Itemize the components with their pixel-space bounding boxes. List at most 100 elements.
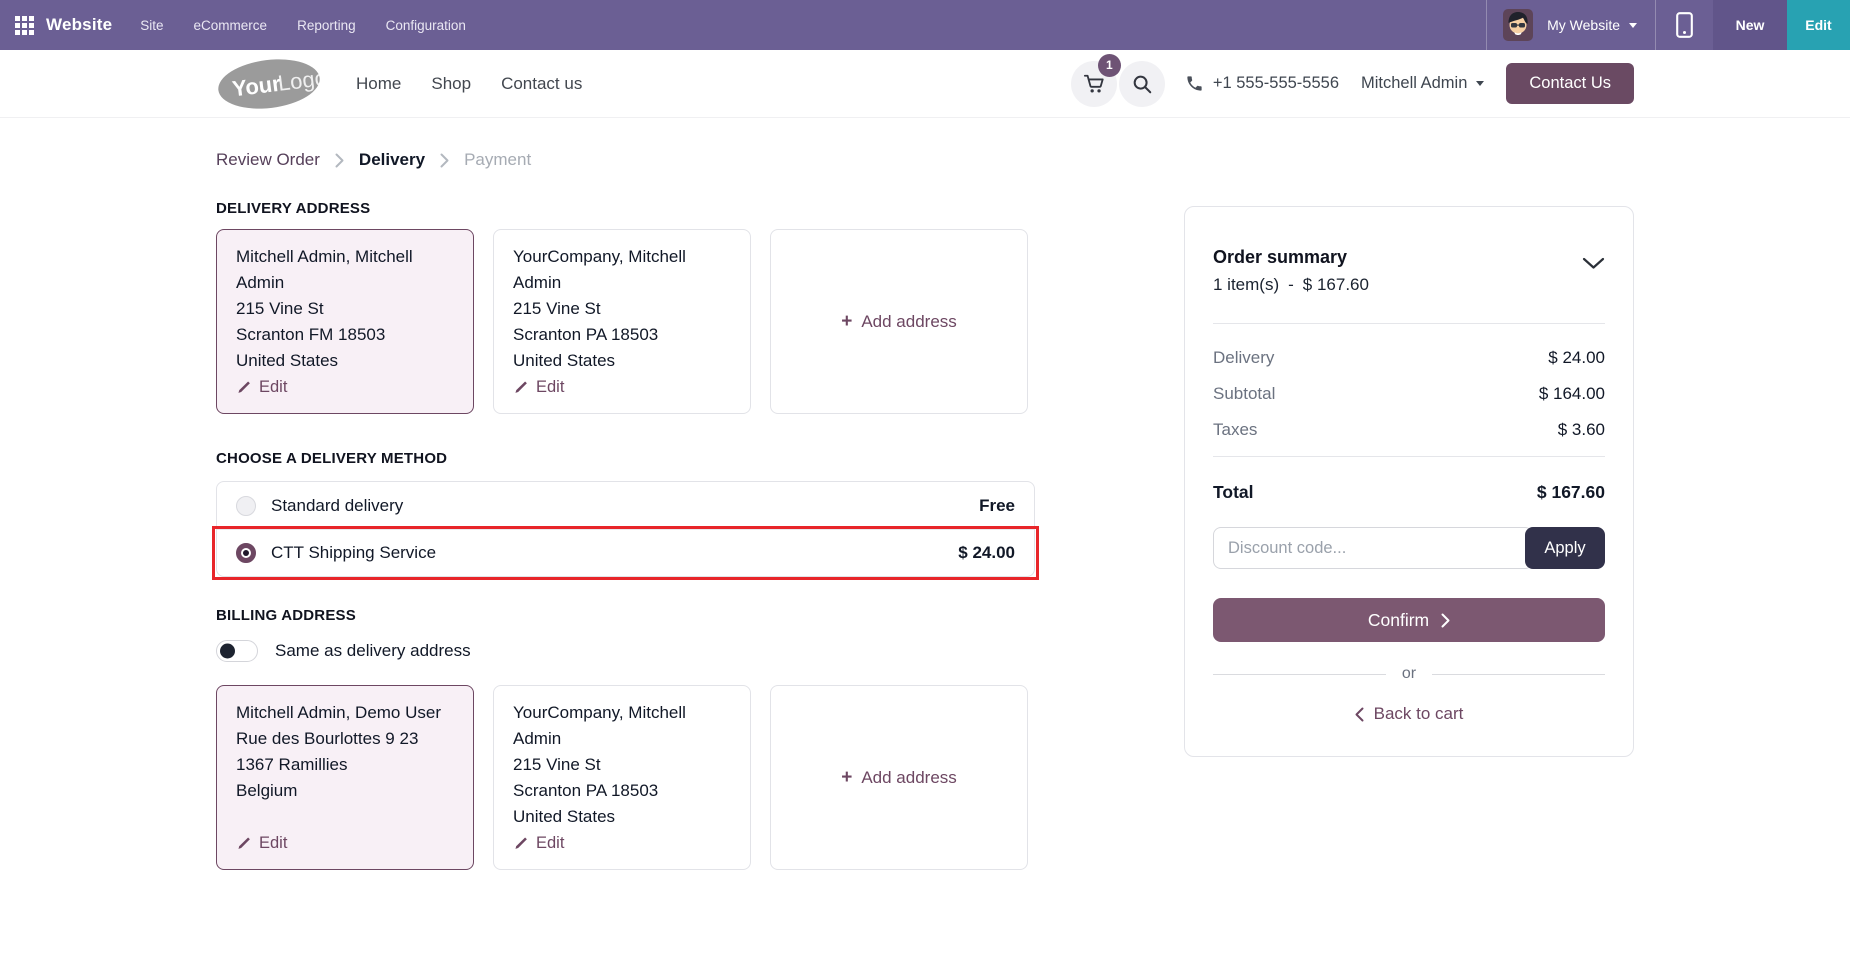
checkout-breadcrumb: Review Order Delivery Payment [216, 150, 1850, 170]
cart-count-badge: 1 [1098, 54, 1121, 77]
delivery-method-list: Standard delivery Free CTT Shipping Serv… [216, 481, 1035, 577]
breadcrumb-review-order[interactable]: Review Order [216, 150, 320, 170]
billing-address-title: BILLING ADDRESS [216, 607, 1035, 624]
address-city: Scranton PA 18503 [513, 778, 731, 804]
edit-address-link[interactable]: Edit [513, 830, 731, 856]
order-summary-title: Order summary [1213, 247, 1369, 268]
phone-number: +1 555-555-5556 [1213, 74, 1339, 93]
confirm-button[interactable]: Confirm [1213, 598, 1605, 642]
or-separator: or [1213, 665, 1605, 683]
divider [1213, 674, 1386, 675]
chevron-right-icon [1441, 613, 1450, 628]
menu-configuration[interactable]: Configuration [386, 18, 466, 33]
mobile-preview-button[interactable] [1676, 12, 1693, 38]
divider [1213, 456, 1605, 457]
admin-topbar: Website Site eCommerce Reporting Configu… [0, 0, 1850, 50]
summary-row-taxes: Taxes $ 3.60 [1213, 420, 1605, 440]
site-header: Your Logo Home Shop Contact us 1 [0, 50, 1850, 118]
address-name: YourCompany, Mitchell Admin [513, 700, 731, 752]
address-country: United States [513, 348, 731, 374]
billing-address-card[interactable]: YourCompany, Mitchell Admin 215 Vine St … [493, 685, 751, 870]
chevron-right-icon [335, 153, 344, 168]
breadcrumb-delivery: Delivery [359, 150, 425, 170]
edit-button[interactable]: Edit [1787, 0, 1850, 50]
delivery-option-standard[interactable]: Standard delivery Free [217, 482, 1034, 529]
summary-total-row: Total $ 167.60 [1213, 482, 1605, 503]
chevron-right-icon [440, 153, 449, 168]
search-button[interactable] [1119, 61, 1165, 107]
delivery-address-card-selected[interactable]: Mitchell Admin, Mitchell Admin 215 Vine … [216, 229, 474, 414]
delivery-method-title: CHOOSE A DELIVERY METHOD [216, 450, 1035, 467]
site-nav: Home Shop Contact us [356, 74, 582, 94]
discount-code-input[interactable] [1213, 527, 1533, 569]
address-city: Scranton FM 18503 [236, 322, 454, 348]
back-to-cart-link[interactable]: Back to cart [1213, 704, 1605, 724]
plus-icon: + [841, 312, 852, 331]
chevron-down-icon [1629, 23, 1637, 28]
delivery-address-title: DELIVERY ADDRESS [216, 200, 1035, 217]
topbar-divider [1655, 0, 1656, 50]
phone-link[interactable]: +1 555-555-5556 [1185, 74, 1339, 93]
edit-address-link[interactable]: Edit [236, 830, 454, 856]
plus-icon: + [841, 768, 852, 787]
apps-menu[interactable]: Website [15, 15, 112, 35]
address-city: 1367 Ramillies [236, 752, 454, 778]
contact-us-button[interactable]: Contact Us [1506, 63, 1634, 104]
address-country: Belgium [236, 778, 454, 804]
menu-site[interactable]: Site [140, 18, 163, 33]
summary-expand-button[interactable] [1582, 257, 1605, 275]
add-delivery-address-button[interactable]: + Add address [770, 229, 1028, 414]
delivery-option-price: $ 24.00 [958, 543, 1015, 563]
billing-address-cards: Mitchell Admin, Demo User Rue des Bourlo… [216, 685, 1035, 870]
breadcrumb-payment: Payment [464, 150, 531, 170]
total-value: $ 167.60 [1537, 482, 1605, 503]
same-as-delivery-toggle[interactable] [216, 640, 258, 662]
menu-ecommerce[interactable]: eCommerce [194, 18, 268, 33]
address-street: Rue des Bourlottes 9 23 [236, 726, 454, 752]
phone-icon [1185, 74, 1204, 93]
address-name: Mitchell Admin, Demo User [236, 700, 454, 726]
site-logo[interactable]: Your Logo [216, 56, 322, 112]
topbar-divider [1486, 0, 1487, 50]
pencil-icon [236, 380, 251, 395]
mobile-icon [1676, 12, 1693, 38]
apply-discount-button[interactable]: Apply [1525, 527, 1605, 569]
nav-shop[interactable]: Shop [431, 74, 471, 94]
radio-dot [243, 550, 249, 556]
add-billing-address-button[interactable]: + Add address [770, 685, 1028, 870]
delivery-address-cards: Mitchell Admin, Mitchell Admin 215 Vine … [216, 229, 1035, 414]
nav-contact-us[interactable]: Contact us [501, 74, 582, 94]
user-avatar[interactable] [1503, 9, 1533, 41]
cart-icon [1083, 73, 1105, 95]
delivery-address-card[interactable]: YourCompany, Mitchell Admin 215 Vine St … [493, 229, 751, 414]
edit-address-link[interactable]: Edit [236, 374, 454, 400]
radio-checked[interactable] [236, 543, 256, 563]
pencil-icon [513, 380, 528, 395]
address-street: 215 Vine St [236, 296, 454, 322]
radio-unchecked[interactable] [236, 496, 256, 516]
apps-grid-icon [15, 16, 34, 35]
search-icon [1131, 73, 1153, 95]
delivery-option-ctt[interactable]: CTT Shipping Service $ 24.00 [217, 529, 1034, 576]
avatar-image [1503, 9, 1533, 41]
pencil-icon [236, 836, 251, 851]
divider [1213, 323, 1605, 324]
new-button[interactable]: New [1713, 0, 1787, 50]
order-summary-items-line: 1 item(s) - $ 167.60 [1213, 275, 1369, 295]
summary-row-delivery: Delivery $ 24.00 [1213, 348, 1605, 368]
nav-home[interactable]: Home [356, 74, 401, 94]
same-as-delivery-toggle-row: Same as delivery address [216, 640, 1035, 662]
discount-code-group: Apply [1213, 527, 1605, 569]
toggle-knob [220, 644, 235, 659]
website-switcher[interactable]: My Website [1547, 17, 1637, 33]
logo-text-logo: Logo [276, 65, 322, 96]
user-account-menu[interactable]: Mitchell Admin [1361, 74, 1484, 93]
app-name[interactable]: Website [46, 15, 112, 35]
order-summary-card: Order summary 1 item(s) - $ 167.60 Deliv… [1184, 206, 1634, 757]
billing-address-card-selected[interactable]: Mitchell Admin, Demo User Rue des Bourlo… [216, 685, 474, 870]
chevron-down-icon [1582, 257, 1605, 270]
delivery-option-price: Free [979, 496, 1015, 516]
edit-address-link[interactable]: Edit [513, 374, 731, 400]
menu-reporting[interactable]: Reporting [297, 18, 356, 33]
cart-button[interactable]: 1 [1071, 61, 1117, 107]
